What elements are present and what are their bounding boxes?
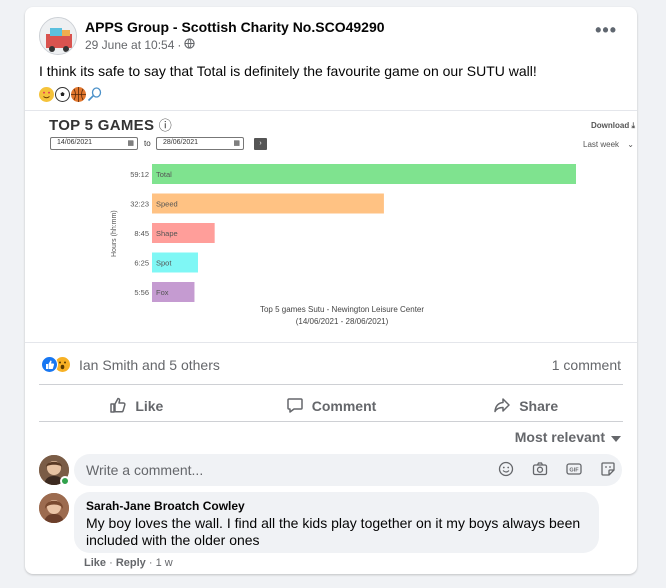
comment-actions-separator: · xyxy=(148,557,153,569)
go-arrow-icon: › xyxy=(254,138,267,150)
bar-total xyxy=(152,164,576,184)
post-timestamp[interactable]: 29 June at 10:54 xyxy=(85,38,174,52)
more-options-button[interactable]: ••• xyxy=(595,21,617,39)
comment-age[interactable]: 1 w xyxy=(156,557,173,569)
comment-count[interactable]: 1 comment xyxy=(552,357,621,373)
range-label: Last week xyxy=(583,140,620,149)
gif-icon[interactable]: GIF xyxy=(566,461,582,480)
post-actions: Like Comment Share xyxy=(39,390,623,422)
bar-value-label: 5:56 xyxy=(134,288,149,297)
comment-actions: Like · Reply · 1 w xyxy=(84,557,173,569)
comment-placeholder: Write a comment... xyxy=(86,462,204,478)
comment-input[interactable]: Write a comment... GIF xyxy=(74,454,622,486)
basketball-emoji xyxy=(71,87,86,102)
date-from-field: 14/06/2021 ▦ xyxy=(50,137,138,150)
bar-category-label: Spot xyxy=(156,259,172,268)
chart-image[interactable]: TOP 5 GAMES ⓘ Download ⤓ 14/06/2021 ▦ to… xyxy=(25,110,637,343)
football-emoji xyxy=(55,87,70,102)
globe-icon xyxy=(184,38,196,52)
like-reaction-icon xyxy=(41,356,58,373)
download-icon: ⤓ xyxy=(631,121,635,130)
date-to-value: 28/06/2021 xyxy=(163,139,199,146)
svg-text:GIF: GIF xyxy=(569,468,579,474)
bar-speed xyxy=(152,193,384,214)
bar-value-label: 6:25 xyxy=(134,259,149,268)
comment-text: My boy loves the wall. I find all the ki… xyxy=(86,515,581,548)
share-button[interactable]: Share xyxy=(428,390,623,422)
commenter-name[interactable]: Sarah-Jane Broatch Cowley xyxy=(86,499,587,513)
range-select: Last week ⌄ xyxy=(583,140,634,149)
share-label: Share xyxy=(519,398,559,414)
chart-title-text: TOP 5 GAMES xyxy=(49,117,155,134)
post-meta: 29 June at 10:54 · xyxy=(85,38,196,52)
bar-category-label: Total xyxy=(156,170,172,179)
tennis-emoji xyxy=(87,87,102,102)
info-icon: ⓘ xyxy=(158,118,173,133)
like-label: Like xyxy=(135,398,164,414)
calendar-icon: ▦ xyxy=(233,140,240,147)
like-button[interactable]: Like xyxy=(39,390,234,422)
comment-button[interactable]: Comment xyxy=(234,390,429,422)
chart-caption-line-2: (14/06/2021 - 28/06/2021) xyxy=(295,317,389,326)
comment-bubble: Sarah-Jane Broatch Cowley My boy loves t… xyxy=(74,492,599,553)
chart-title: TOP 5 GAMES ⓘ xyxy=(49,115,172,134)
meta-separator: · xyxy=(177,38,182,52)
bar-category-label: Shape xyxy=(156,229,178,238)
divider xyxy=(39,384,623,385)
post-emojis xyxy=(39,87,102,102)
caret-down-icon xyxy=(611,429,621,445)
download-label: Download xyxy=(591,121,630,130)
comment-label: Comment xyxy=(311,398,377,414)
chevron-down-icon: ⌄ xyxy=(627,140,634,149)
commenter-avatar[interactable] xyxy=(39,493,69,523)
bar-value-label: 59:12 xyxy=(130,170,149,179)
reactions-text[interactable]: Ian Smith and 5 others xyxy=(79,357,220,373)
emoji-icon[interactable] xyxy=(498,461,514,480)
comment-actions-separator: · xyxy=(109,557,113,569)
heart-eyes-emoji xyxy=(39,87,54,102)
bar-category-label: Fox xyxy=(156,288,169,297)
date-to-field: 28/06/2021 ▦ xyxy=(156,137,244,150)
page-avatar[interactable] xyxy=(39,17,77,55)
comment-like-link[interactable]: Like xyxy=(84,557,106,569)
comment-reply-link[interactable]: Reply xyxy=(116,557,146,569)
date-to-separator: to xyxy=(144,139,151,148)
online-status-dot xyxy=(60,476,70,486)
reactions-summary[interactable]: Ian Smith and 5 others xyxy=(41,356,220,373)
sticker-icon[interactable] xyxy=(600,461,616,480)
speech-bubble-icon xyxy=(286,396,304,417)
chart-caption-line-1: Top 5 games Sutu - Newington Leisure Cen… xyxy=(259,305,425,314)
chart-plot: Total 59:12 Speed 32:23 Shape 8:45 Spot 6:25 Fox… xyxy=(130,164,576,302)
composer-icons: GIF xyxy=(498,461,616,480)
post-header: APPS Group - Scottish Charity No.SCO4929… xyxy=(39,17,623,57)
bar-value-label: 32:23 xyxy=(130,200,149,209)
divider xyxy=(39,421,623,422)
post-author[interactable]: APPS Group - Scottish Charity No.SCO4929… xyxy=(85,19,385,35)
bar-category-label: Speed xyxy=(156,200,178,209)
camera-icon[interactable] xyxy=(532,461,548,480)
date-from-value: 14/06/2021 xyxy=(57,139,93,146)
thumbs-up-icon xyxy=(109,396,127,417)
comment-sort-select[interactable]: Most relevant xyxy=(515,429,621,445)
post-text: I think its safe to say that Total is de… xyxy=(39,63,537,79)
download-link: Download ⤓ xyxy=(591,121,635,131)
share-arrow-icon xyxy=(493,396,511,417)
bar-value-label: 8:45 xyxy=(134,229,149,238)
post-card: APPS Group - Scottish Charity No.SCO4929… xyxy=(25,7,637,574)
calendar-icon: ▦ xyxy=(127,140,134,147)
sort-label: Most relevant xyxy=(514,429,605,445)
